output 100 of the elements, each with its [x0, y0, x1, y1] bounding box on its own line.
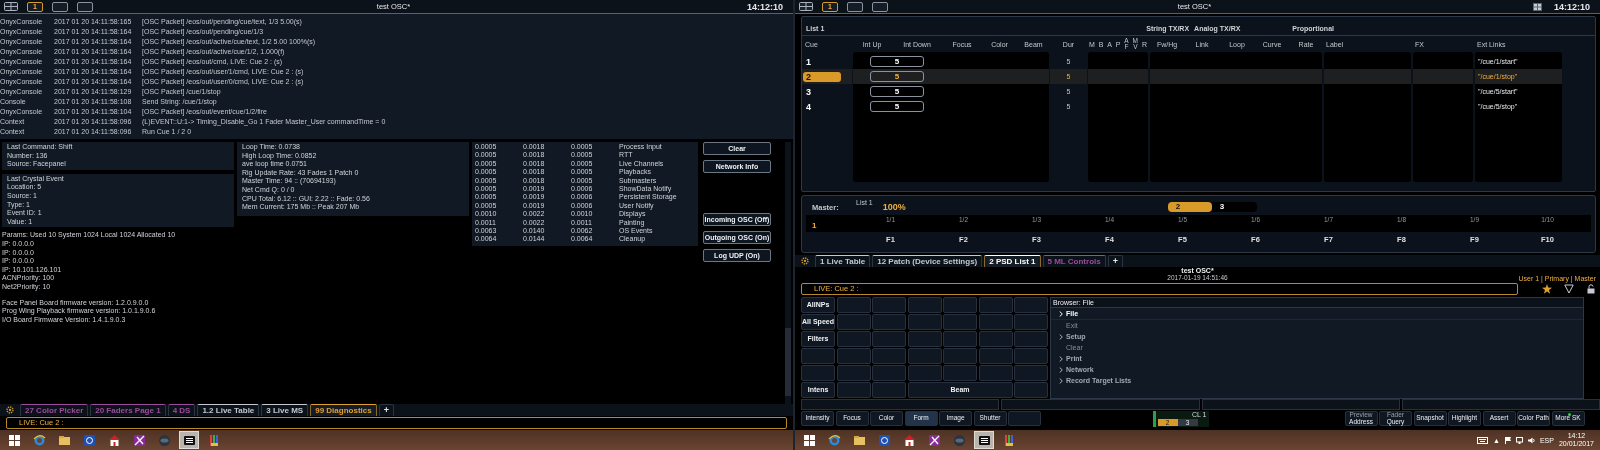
browser-icon[interactable]: [827, 433, 841, 447]
clock: 14:12:10: [1553, 1, 1590, 12]
palette-button[interactable]: [943, 314, 977, 330]
palette-button[interactable]: [1014, 348, 1048, 364]
scrollbar[interactable]: [785, 142, 791, 404]
palette-button[interactable]: [801, 348, 835, 364]
palette-button[interactable]: [872, 331, 906, 347]
palette-button[interactable]: [978, 314, 1013, 330]
cue-number: 2: [1167, 202, 1212, 212]
workspace-button[interactable]: [872, 1, 888, 12]
palette-button[interactable]: [836, 365, 871, 381]
layout-icon[interactable]: [799, 2, 813, 11]
intensity-time-field[interactable]: 5: [870, 71, 924, 82]
palette-button[interactable]: [836, 382, 871, 398]
lock-icon[interactable]: [1586, 283, 1596, 294]
tab[interactable]: 20 Faders Page 1: [90, 404, 166, 416]
palette-button[interactable]: [978, 331, 1013, 347]
palette-button[interactable]: [801, 365, 835, 381]
cue-number: 3: [1218, 202, 1226, 212]
palette-button[interactable]: [872, 365, 906, 381]
workspace-button[interactable]: [847, 1, 863, 12]
tab[interactable]: 12 Patch (Device Settings): [872, 255, 983, 267]
palette-button[interactable]: [1014, 382, 1048, 398]
palette-button[interactable]: [978, 297, 1013, 313]
palette-button[interactable]: [943, 331, 977, 347]
palette-button[interactable]: [907, 348, 942, 364]
flag-icon[interactable]: [1504, 436, 1511, 444]
palette-button[interactable]: [943, 365, 977, 381]
softkey-button[interactable]: [1008, 411, 1041, 426]
palette-button[interactable]: [872, 297, 906, 313]
selected-row-band: [1413, 69, 1473, 84]
cue-number[interactable]: 2: [803, 71, 841, 82]
tools-icon[interactable]: [1002, 433, 1016, 447]
app-icon[interactable]: [877, 433, 891, 447]
palette-button[interactable]: [943, 297, 977, 313]
tab[interactable]: 2 PSD List 1: [984, 255, 1041, 267]
palette-button[interactable]: [872, 314, 906, 330]
palette-button[interactable]: [907, 331, 942, 347]
palette-button[interactable]: [836, 314, 871, 330]
palette-button[interactable]: [907, 297, 942, 313]
folder-icon[interactable]: [852, 433, 866, 447]
cue-number[interactable]: 1: [802, 56, 811, 67]
current-cue: 1: [811, 220, 818, 230]
tools-icon[interactable]: [207, 433, 221, 447]
network-icon: [1532, 2, 1542, 11]
tab[interactable]: 99 Diagnostics: [310, 404, 377, 416]
folder-icon[interactable]: [57, 433, 71, 447]
add-tab-button[interactable]: +: [378, 404, 394, 416]
network-icon[interactable]: [1515, 436, 1523, 444]
tab[interactable]: 4 DS: [167, 404, 196, 416]
start-icon[interactable]: [802, 433, 816, 447]
star-icon[interactable]: [1542, 283, 1552, 294]
settings-icon[interactable]: [801, 257, 809, 265]
chevron-icon: [1059, 310, 1063, 317]
app-icon[interactable]: [132, 433, 146, 447]
intensity-time-field[interactable]: 5: [870, 86, 924, 97]
fader-percent: 100%: [882, 202, 906, 212]
filter-icon[interactable]: [1564, 283, 1574, 294]
layout-icon[interactable]: [4, 2, 18, 11]
palette-button[interactable]: [872, 348, 906, 364]
house-icon[interactable]: [107, 433, 121, 447]
browser-icon[interactable]: [32, 433, 46, 447]
workspace-button[interactable]: [52, 1, 68, 12]
intensity-time-field[interactable]: 5: [870, 101, 924, 112]
chevron-icon: [1059, 333, 1063, 340]
palette-button[interactable]: [1014, 331, 1048, 347]
palette-button[interactable]: [836, 297, 871, 313]
tab[interactable]: 5 ML Controls: [1042, 255, 1106, 267]
tab[interactable]: 3 Live MS: [261, 404, 309, 416]
house-icon[interactable]: [902, 433, 916, 447]
palette-button[interactable]: [872, 382, 906, 398]
workspace-button[interactable]: [77, 1, 93, 12]
tab[interactable]: 1.2 Live Table: [197, 404, 260, 416]
keyboard-icon[interactable]: [1477, 436, 1488, 444]
cue-number[interactable]: 4: [802, 101, 811, 112]
start-icon[interactable]: [7, 433, 21, 447]
settings-icon[interactable]: [6, 406, 14, 414]
clock: 14:12:10: [746, 1, 783, 12]
globe-icon[interactable]: [157, 433, 171, 447]
intensity-time-field[interactable]: 5: [870, 56, 924, 67]
palette-button[interactable]: [1014, 297, 1048, 313]
scrollbar-thumb[interactable]: [785, 328, 791, 396]
add-tab-button[interactable]: +: [1107, 255, 1123, 267]
palette-button[interactable]: [907, 314, 942, 330]
speaker-icon[interactable]: [1527, 436, 1535, 444]
globe-icon[interactable]: [952, 433, 966, 447]
palette-button[interactable]: [978, 365, 1013, 381]
app-icon[interactable]: [82, 433, 96, 447]
tab[interactable]: 27 Color Picker: [20, 404, 89, 416]
palette-button[interactable]: [1014, 365, 1048, 381]
palette-button[interactable]: [836, 331, 871, 347]
palette-button[interactable]: [978, 348, 1013, 364]
palette-button[interactable]: [1014, 314, 1048, 330]
palette-button[interactable]: [943, 348, 977, 364]
cue-number[interactable]: 3: [802, 86, 811, 97]
palette-button[interactable]: [836, 348, 871, 364]
status-led: [1567, 413, 1571, 416]
app-icon[interactable]: [927, 433, 941, 447]
tab[interactable]: 1 Live Table: [815, 255, 871, 267]
palette-button[interactable]: [907, 365, 942, 381]
